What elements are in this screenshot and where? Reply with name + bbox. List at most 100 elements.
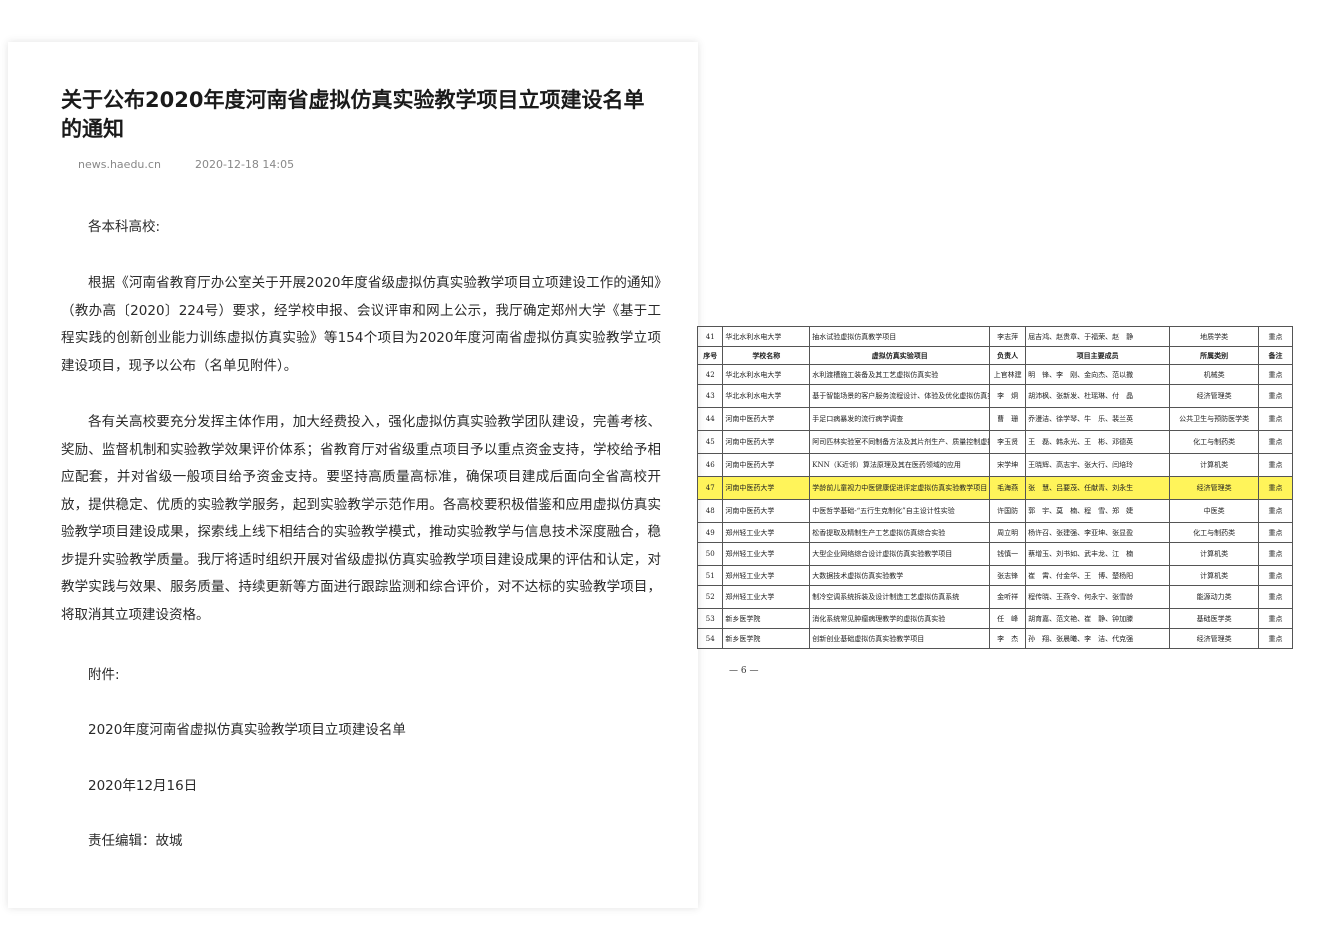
cell-no: 41 (696, 326, 724, 347)
cell-members: 张 慧、吕要茂、任献青、刘永生 (1025, 476, 1171, 500)
table-row: 52 郑州轻工业大学 制冷空调系统拆装及设计制造工艺虚拟仿真系统 金听祥 程传晓、王燕令… (696, 585, 1293, 609)
cell-note: 重点 (1258, 364, 1293, 385)
cell-category: 计算机类 (1169, 542, 1260, 566)
cell-category: 公共卫生与预防医学类 (1169, 407, 1260, 431)
paragraph-2: 各有关高校要充分发挥主体作用，加大经费投入，强化虚拟仿真实验教学团队建设，完善考… (61, 414, 661, 623)
attachment-label: 附件: (88, 667, 120, 683)
table-row: 41 华北水利水电大学 抽水试验虚拟仿真教学项目 李志萍 屈吉鸿、赵贵章、于福荣… (696, 326, 1293, 347)
cell-category: 计算机类 (1169, 565, 1260, 586)
cell-leader: 李 炯 (989, 384, 1027, 408)
header-school: 学校名称 (722, 346, 811, 365)
cell-members: 孙 翔、张晨曦、李 洁、代克强 (1025, 628, 1171, 649)
cell-note: 重点 (1258, 407, 1293, 431)
cell-no: 45 (696, 430, 724, 454)
cell-leader: 宋学坤 (989, 453, 1027, 477)
cell-no: 46 (696, 453, 724, 477)
cell-category: 地质学类 (1169, 326, 1260, 347)
cell-project: 松香提取及精制生产工艺虚拟仿真综合实验 (809, 522, 991, 543)
cell-project: 抽水试验虚拟仿真教学项目 (809, 326, 991, 347)
cell-note: 重点 (1258, 608, 1293, 629)
cell-leader: 周立明 (989, 522, 1027, 543)
cell-members: 王晓辉、高志宇、张大行、闫培玲 (1025, 453, 1171, 477)
cell-no: 43 (696, 384, 724, 408)
table-row: 45河南中医药大学阿司匹林实验室不同制备方法及其片剂生产、质量控制虚拟仿真实验李… (696, 430, 1293, 454)
cell-note: 重点 (1258, 628, 1293, 649)
header-leader: 负责人 (989, 346, 1027, 365)
cell-note: 重点 (1258, 430, 1293, 454)
cell-school: 新乡医学院 (722, 628, 811, 649)
header-project: 虚拟仿真实验项目 (809, 346, 991, 365)
cell-school: 河南中医药大学 (722, 430, 811, 454)
table-row: 44 河南中医药大学 手足口病暴发的流行病学调查曹 珊乔漫洁、徐学琴、牛 乐、裴兰英… (696, 407, 1293, 431)
table-row: 50 郑州轻工业大学 大型企业网络综合设计虚拟仿真实验教学项目 钱慎一 蔡增玉、刘书如、… (696, 542, 1293, 566)
cell-project: KNN（K近邻）算法原理及其在医药领域的应用 (809, 453, 991, 477)
cell-note: 重点 (1258, 453, 1293, 477)
cell-members: 郭 宇、莫 楠、程 雪、郑 婕 (1025, 499, 1171, 523)
cell-school: 郑州轻工业大学 (722, 585, 811, 609)
cell-leader: 张志锋 (989, 565, 1027, 586)
cell-members: 程传晓、王燕令、何永宁、张雪龄 (1025, 585, 1171, 609)
cell-no: 44 (696, 407, 724, 431)
cell-category: 能源动力类 (1169, 585, 1260, 609)
cell-note: 重点 (1258, 499, 1293, 523)
cell-members: 胡沛枫、张新发、杜瑶琳、付 晶 (1025, 384, 1171, 408)
cell-school: 华北水利水电大学 (722, 384, 811, 408)
cell-members: 崔 霄、付金华、王 博、楚杨阳 (1025, 565, 1171, 586)
table-row: 42 华北水利水电大学 水利渡槽施工装备及其工艺虚拟仿真实验 上官林建明 锋、李 刚、… (696, 364, 1293, 385)
cell-members: 明 锋、李 刚、金向杰、范以撒 (1025, 364, 1171, 385)
cell-project: 水利渡槽施工装备及其工艺虚拟仿真实验 (809, 364, 991, 385)
cell-leader: 金听祥 (989, 585, 1027, 609)
cell-no: 53 (696, 608, 724, 629)
cell-no: 47 (696, 476, 724, 500)
table-row: 47 河南中医药大学 学龄前儿童视力中医健康促进评定虚拟仿真实验教学项目 毛海燕张 慧… (696, 476, 1293, 500)
cell-leader: 上官林建 (989, 364, 1027, 385)
cell-members: 王 磊、韩永光、王 彬、邓德英 (1025, 430, 1171, 454)
cell-no: 51 (696, 565, 724, 586)
table-row: 51 郑州轻工业大学 大数据技术虚拟仿真实验教学 张志锋崔 霄、付金华、王 博、楚杨阳… (696, 565, 1293, 586)
header-members: 项目主要成员 (1025, 346, 1171, 365)
cell-no: 49 (696, 522, 724, 543)
attachment-list-image: 41 华北水利水电大学 抽水试验虚拟仿真教学项目 李志萍 屈吉鸿、赵贵章、于福荣… (696, 326, 1293, 649)
cell-members: 胡育嘉、范文艳、崔 静、钟加滕 (1025, 608, 1171, 629)
cell-project: 基于智能场景的客户服务流程设计、体验及优化虚拟仿真实验项目 (809, 384, 991, 408)
cell-no: 52 (696, 585, 724, 609)
cell-school: 郑州轻工业大学 (722, 542, 811, 566)
cell-leader: 曹 珊 (989, 407, 1027, 431)
table-row: 48 河南中医药大学 中医哲学基础-“五行生克制化”自主设计性实验 许国防郭 宇、莫 … (696, 499, 1293, 523)
cell-project: 大数据技术虚拟仿真实验教学 (809, 565, 991, 586)
cell-no: 54 (696, 628, 724, 649)
cell-category: 计算机类 (1169, 453, 1260, 477)
cell-category: 经济管理类 (1169, 628, 1260, 649)
cell-note: 重点 (1258, 326, 1293, 347)
editor-credit: 责任编辑：故城 (88, 833, 183, 849)
salutation: 各本科高校: (88, 219, 161, 235)
article-source[interactable]: news.haedu.cn (78, 158, 161, 171)
page-number: — 6 — (729, 666, 759, 676)
cell-project: 阿司匹林实验室不同制备方法及其片剂生产、质量控制虚拟仿真实验 (809, 430, 991, 454)
paragraph-1: 根据《河南省教育厅办公室关于开展2020年度省级虚拟仿真实验教学项目立项建设工作… (61, 275, 661, 374)
cell-note: 重点 (1258, 565, 1293, 586)
cell-leader: 李 杰 (989, 628, 1027, 649)
cell-note: 重点 (1258, 542, 1293, 566)
cell-no: 48 (696, 499, 724, 523)
cell-no: 50 (696, 542, 724, 566)
article-title: 关于公布2020年度河南省虚拟仿真实验教学项目立项建设名单的通知 (61, 88, 645, 141)
cell-school: 河南中医药大学 (722, 407, 811, 431)
cell-school: 新乡医学院 (722, 608, 811, 629)
cell-members: 蔡增玉、刘书如、武丰龙、江 楠 (1025, 542, 1171, 566)
cell-school: 河南中医药大学 (722, 453, 811, 477)
cell-note: 重点 (1258, 384, 1293, 408)
attachment-name[interactable]: 2020年度河南省虚拟仿真实验教学项目立项建设名单 (88, 718, 406, 738)
cell-category: 化工与制药类 (1169, 522, 1260, 543)
table-row: 54 新乡医学院 创新创业基础虚拟仿真实验教学项目李 杰孙 翔、张晨曦、李 洁、代克… (696, 628, 1293, 649)
project-table: 41 华北水利水电大学 抽水试验虚拟仿真教学项目 李志萍 屈吉鸿、赵贵章、于福荣… (696, 326, 1293, 649)
article-card: 关于公布2020年度河南省虚拟仿真实验教学项目立项建设名单的通知 news.ha… (8, 42, 698, 908)
cell-school: 华北水利水电大学 (722, 326, 811, 347)
cell-leader: 任 峰 (989, 608, 1027, 629)
cell-school: 郑州轻工业大学 (722, 565, 811, 586)
cell-project: 中医哲学基础-“五行生克制化”自主设计性实验 (809, 499, 991, 523)
cell-note: 重点 (1258, 522, 1293, 543)
cell-school: 河南中医药大学 (722, 476, 811, 500)
header-no: 序号 (696, 346, 724, 365)
cell-no: 42 (696, 364, 724, 385)
